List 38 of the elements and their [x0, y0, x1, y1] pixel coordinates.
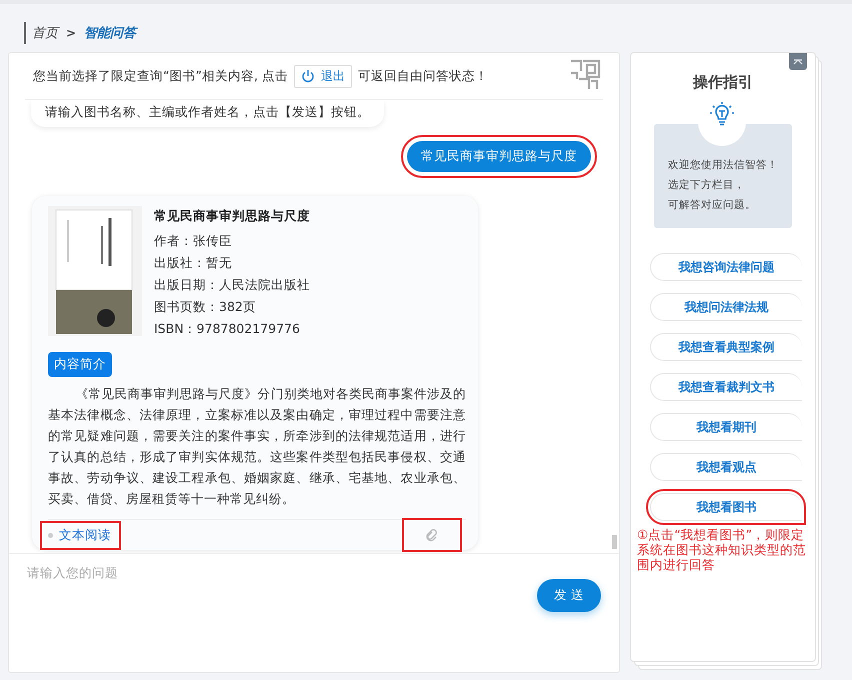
guide-option-button[interactable]: 我想查看裁判文书: [650, 373, 802, 401]
lightbulb-icon: [709, 102, 735, 126]
guide-option-button[interactable]: 我想看观点: [650, 453, 802, 481]
bot-message: 请输入图书名称、主编或作者姓名，点击【发送】按钮。: [31, 100, 384, 127]
book-detail: 出版日期：人民法院出版社: [154, 277, 310, 294]
book-detail: ISBN：9787802179776: [154, 321, 301, 338]
book-detail: 出版社：暂无: [154, 255, 233, 272]
caret-up-icon: [792, 58, 804, 66]
scrollbar-thumb[interactable]: [612, 535, 617, 549]
breadcrumb-link[interactable]: 智能问答: [84, 24, 136, 42]
book-detail: 作者：张传臣: [154, 233, 233, 250]
collapse-button[interactable]: [789, 53, 807, 70]
annotation-note: ①点击“我想看图书”，则限定系统在图书这种知识类型的范围内进行回答: [637, 527, 807, 572]
tip-text: 欢迎您使用法信智答！: [668, 158, 779, 172]
bullet-icon: [48, 532, 53, 538]
user-message[interactable]: 常见民商事审判思路与尺度: [407, 141, 591, 172]
book-description: 《常见民商事审判思路与尺度》分门别类地对各类民商事案件涉及的基本法律概念、法律原理，立案标准以及案由确定，审理过程中需要注意的常见疑难问题，需要关注的案件事实，所牵涉到的法律规范适用，进行了认真的总结，形成了审判实体规范。这些案件类型包括民事侵权、交通事故、劳动争议、建设工程承包、婚姻家庭、继承、宅基地、农业承包、买卖、借贷、房屋租赁等十一种常见纠纷。: [48, 385, 466, 508]
breadcrumb-separator: >: [66, 26, 76, 40]
book-title: 常见民商事审判思路与尺度: [154, 208, 310, 225]
guide-option-button[interactable]: 我想咨询法律问题: [650, 253, 802, 281]
send-button[interactable]: 发 送: [537, 579, 601, 612]
link-icon: [424, 528, 440, 544]
exit-button[interactable]: 退出: [294, 64, 352, 88]
guide-option-button[interactable]: 我想查看典型案例: [650, 333, 802, 361]
summary-tag[interactable]: 内容简介: [48, 352, 112, 377]
power-icon: [300, 69, 315, 83]
guide-option-button[interactable]: 我想看期刊: [650, 413, 802, 441]
question-input[interactable]: 请输入您的问题: [25, 564, 449, 581]
qr-code-icon: [569, 59, 601, 91]
notice-text: 可返回自由问答状态！: [358, 68, 488, 84]
notice-text: 您当前选择了限定查询“图书”相关内容, 点击: [33, 68, 288, 84]
breadcrumb-link[interactable]: 首页: [32, 24, 58, 42]
text-reading-link[interactable]: 文本阅读: [59, 526, 111, 544]
tip-text: 选定下方栏目，: [668, 178, 746, 192]
book-detail: 图书页数：382页: [154, 299, 257, 316]
guide-title: 操作指引: [693, 73, 753, 92]
tip-text: 可解答对应问题。: [668, 198, 757, 212]
guide-option-button[interactable]: 我想问法律法规: [650, 293, 802, 321]
